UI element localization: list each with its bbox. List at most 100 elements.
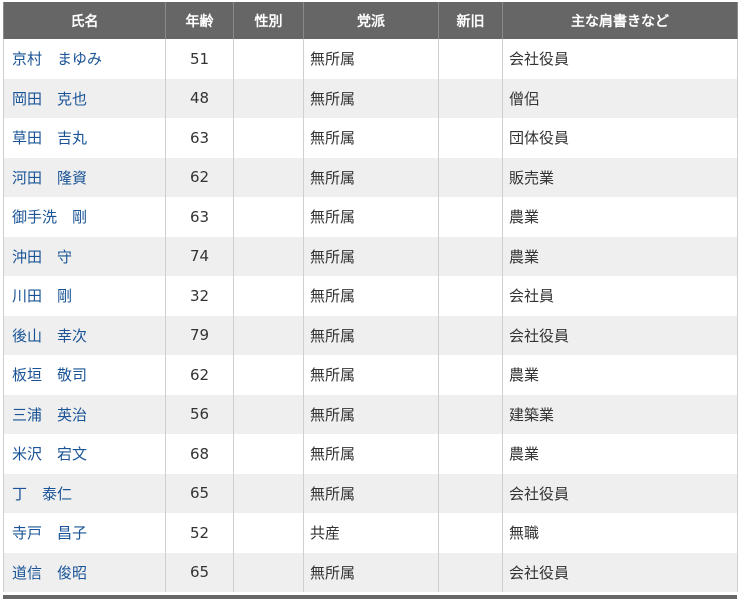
cell-name: 丁 泰仁 <box>3 473 166 513</box>
cell-gender <box>233 157 304 197</box>
cell-age: 52 <box>165 513 234 553</box>
cell-age: 65 <box>165 473 234 513</box>
cell-name: 草田 吉丸 <box>3 118 166 158</box>
cell-gender <box>233 434 304 474</box>
cell-status <box>438 513 503 553</box>
cell-gender <box>233 473 304 513</box>
cell-title: 販売業 <box>502 157 738 197</box>
cell-status <box>438 315 503 355</box>
cell-name: 川田 剛 <box>3 276 166 316</box>
cell-gender <box>233 197 304 237</box>
cell-title: 会社役員 <box>502 39 738 79</box>
cell-title: 農業 <box>502 197 738 237</box>
table-row: 草田 吉丸 63 無所属 団体役員 <box>3 118 738 158</box>
cell-name: 三浦 英治 <box>3 394 166 434</box>
cell-gender <box>233 118 304 158</box>
header-row: 氏名 年齢 性別 党派 新旧 主な肩書きなど <box>3 2 738 39</box>
cell-status <box>438 355 503 395</box>
cell-title: 会社役員 <box>502 552 738 592</box>
table-row: 京村 まゆみ 51 無所属 会社役員 <box>3 39 738 79</box>
cell-status <box>438 473 503 513</box>
cell-title: 農業 <box>502 236 738 276</box>
table-row: 岡田 克也 48 無所属 僧侶 <box>3 78 738 118</box>
cell-age: 79 <box>165 315 234 355</box>
cell-party: 無所属 <box>303 197 439 237</box>
cell-age: 74 <box>165 236 234 276</box>
cell-gender <box>233 513 304 553</box>
cell-age: 65 <box>165 552 234 592</box>
table-row: 米沢 宕文 68 無所属 農業 <box>3 434 738 474</box>
cell-age: 62 <box>165 157 234 197</box>
table-row: 三浦 英治 56 無所属 建築業 <box>3 394 738 434</box>
cell-age: 68 <box>165 434 234 474</box>
header-party: 党派 <box>303 2 439 39</box>
cell-name: 岡田 克也 <box>3 78 166 118</box>
table-row: 道信 俊昭 65 無所属 会社役員 <box>3 552 738 592</box>
cell-status <box>438 39 503 79</box>
table-row: 後山 幸次 79 無所属 会社役員 <box>3 315 738 355</box>
cell-party: 無所属 <box>303 355 439 395</box>
cell-party: 無所属 <box>303 276 439 316</box>
cell-name: 河田 隆資 <box>3 157 166 197</box>
cell-title: 会社役員 <box>502 473 738 513</box>
cell-party: 無所属 <box>303 315 439 355</box>
cell-status <box>438 276 503 316</box>
cell-age: 48 <box>165 78 234 118</box>
table-row: 御手洗 剛 63 無所属 農業 <box>3 197 738 237</box>
cell-gender <box>233 355 304 395</box>
cell-name: 御手洗 剛 <box>3 197 166 237</box>
cell-name: 後山 幸次 <box>3 315 166 355</box>
cell-name: 京村 まゆみ <box>3 39 166 79</box>
cell-party: 無所属 <box>303 39 439 79</box>
cell-status <box>438 118 503 158</box>
header-age: 年齢 <box>165 2 234 39</box>
cell-party: 無所属 <box>303 118 439 158</box>
cell-gender <box>233 394 304 434</box>
cell-gender <box>233 276 304 316</box>
table-body: 京村 まゆみ 51 無所属 会社役員 岡田 克也 48 無所属 僧侶 草田 吉丸… <box>3 39 738 592</box>
cell-age: 56 <box>165 394 234 434</box>
header-status: 新旧 <box>438 2 503 39</box>
cell-age: 62 <box>165 355 234 395</box>
cell-status <box>438 552 503 592</box>
cell-gender <box>233 39 304 79</box>
cell-age: 63 <box>165 118 234 158</box>
cell-party: 共産 <box>303 513 439 553</box>
table-bottom-rule <box>3 595 737 599</box>
cell-status <box>438 197 503 237</box>
cell-party: 無所属 <box>303 552 439 592</box>
candidates-table: 氏名 年齢 性別 党派 新旧 主な肩書きなど 京村 まゆみ 51 無所属 会社役… <box>3 2 738 592</box>
cell-title: 農業 <box>502 434 738 474</box>
cell-age: 51 <box>165 39 234 79</box>
cell-status <box>438 157 503 197</box>
cell-title: 会社員 <box>502 276 738 316</box>
cell-title: 建築業 <box>502 394 738 434</box>
cell-party: 無所属 <box>303 157 439 197</box>
cell-status <box>438 236 503 276</box>
cell-title: 会社役員 <box>502 315 738 355</box>
cell-gender <box>233 552 304 592</box>
cell-age: 32 <box>165 276 234 316</box>
cell-name: 道信 俊昭 <box>3 552 166 592</box>
cell-title: 団体役員 <box>502 118 738 158</box>
cell-party: 無所属 <box>303 78 439 118</box>
table-row: 沖田 守 74 無所属 農業 <box>3 236 738 276</box>
table-row: 川田 剛 32 無所属 会社員 <box>3 276 738 316</box>
cell-title: 無職 <box>502 513 738 553</box>
table-row: 寺戸 昌子 52 共産 無職 <box>3 513 738 553</box>
table-header: 氏名 年齢 性別 党派 新旧 主な肩書きなど <box>3 2 738 39</box>
cell-party: 無所属 <box>303 236 439 276</box>
cell-status <box>438 78 503 118</box>
table-row: 丁 泰仁 65 無所属 会社役員 <box>3 473 738 513</box>
cell-party: 無所属 <box>303 434 439 474</box>
table-row: 板垣 敬司 62 無所属 農業 <box>3 355 738 395</box>
cell-party: 無所属 <box>303 394 439 434</box>
cell-name: 寺戸 昌子 <box>3 513 166 553</box>
header-title: 主な肩書きなど <box>502 2 738 39</box>
cell-gender <box>233 78 304 118</box>
cell-status <box>438 434 503 474</box>
cell-name: 米沢 宕文 <box>3 434 166 474</box>
table-row: 河田 隆資 62 無所属 販売業 <box>3 157 738 197</box>
header-name: 氏名 <box>3 2 166 39</box>
cell-name: 沖田 守 <box>3 236 166 276</box>
